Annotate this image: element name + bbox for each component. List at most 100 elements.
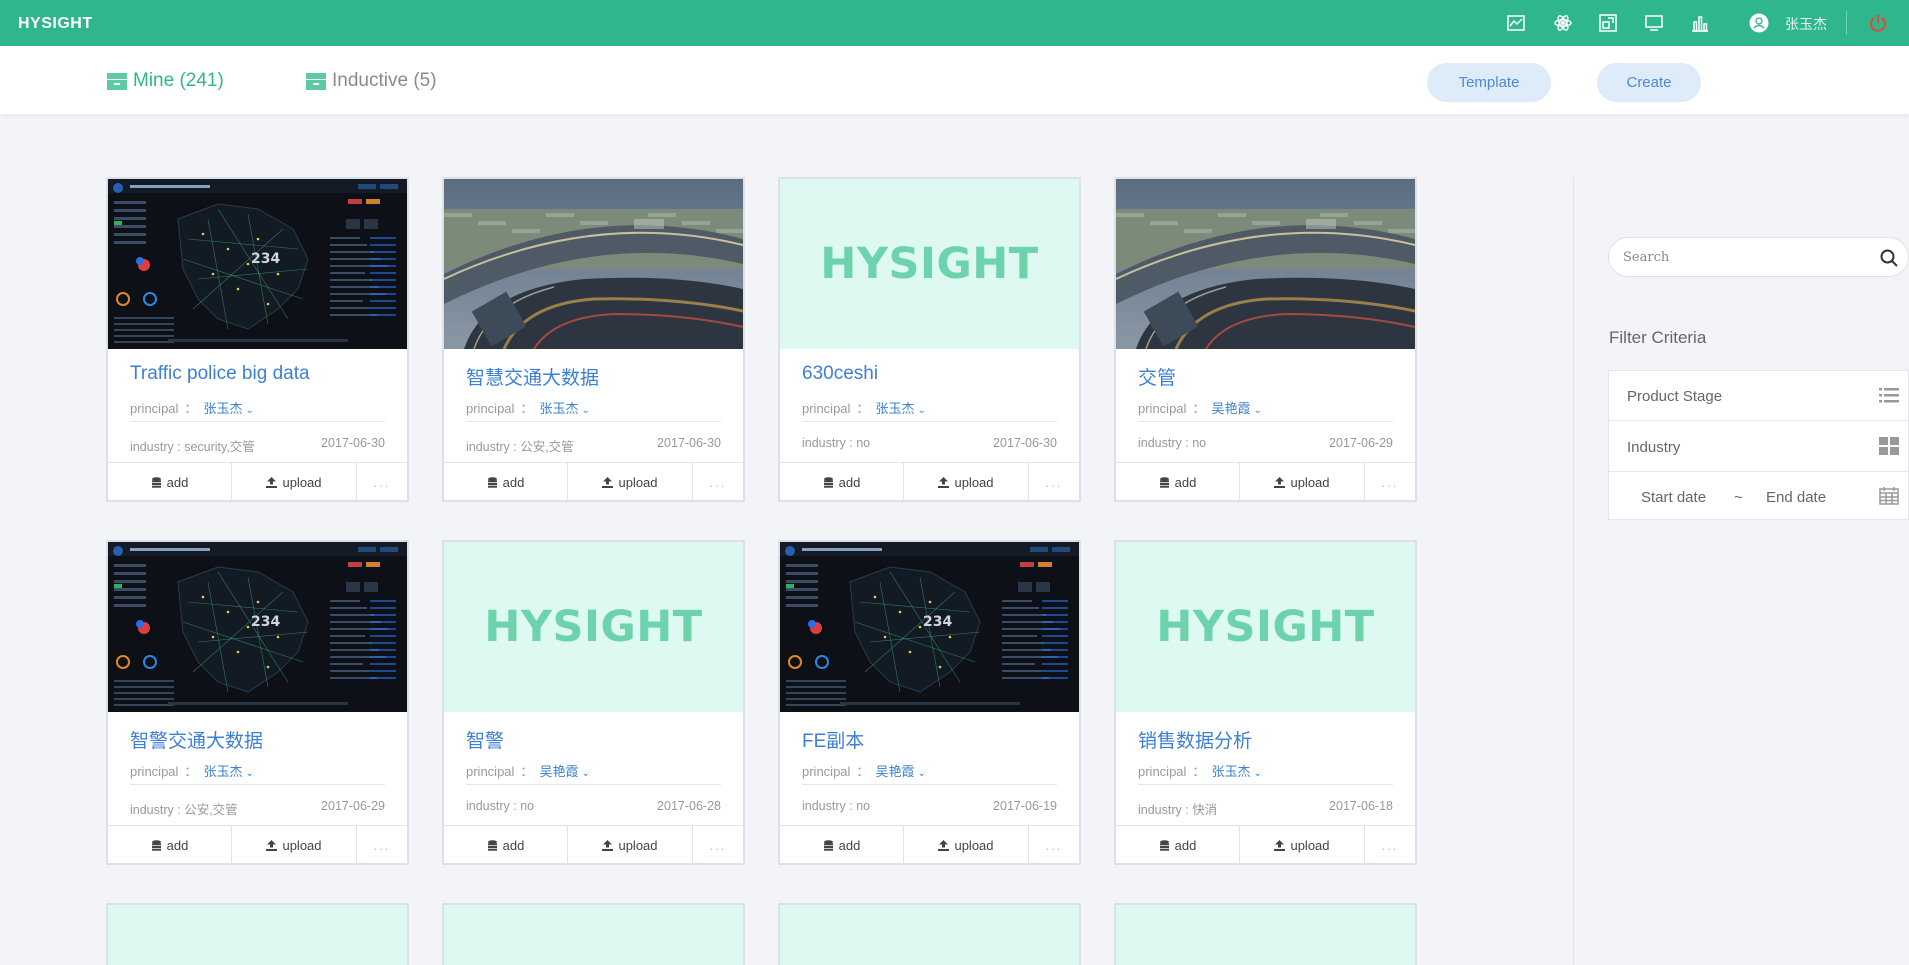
more-button[interactable]: ... (357, 463, 407, 501)
search-icon[interactable] (1879, 248, 1899, 268)
add-button[interactable]: add (1116, 463, 1240, 501)
chevron-down-icon[interactable]: ⌄ (917, 768, 925, 779)
more-button[interactable]: ... (693, 463, 743, 501)
principal-name[interactable]: 吴艳霞 (539, 764, 578, 779)
chevron-down-icon[interactable]: ⌄ (1253, 768, 1261, 779)
power-icon[interactable] (1868, 13, 1888, 33)
chevron-down-icon[interactable]: ⌄ (917, 405, 925, 416)
card-title[interactable]: 智警 (466, 726, 504, 753)
atom-icon[interactable] (1553, 13, 1573, 33)
search-input[interactable] (1623, 246, 1863, 268)
add-button[interactable]: add (108, 826, 232, 864)
card-thumbnail[interactable] (1116, 179, 1415, 349)
upload-button[interactable]: upload (568, 826, 693, 864)
end-date-input[interactable]: End date (1766, 489, 1826, 506)
card-thumbnail[interactable]: 234 (108, 542, 407, 712)
upload-button[interactable]: upload (904, 463, 1029, 501)
principal-name[interactable]: 张玉杰 (203, 764, 242, 779)
upload-button[interactable]: upload (1240, 463, 1365, 501)
project-card[interactable]: 234 FE副本 principal ： 吴艳霞 ⌄ industry : no 2017-0… (778, 540, 1081, 865)
more-button[interactable]: ... (1029, 826, 1079, 864)
card-principal: principal ： 吴艳霞 ⌄ (466, 761, 590, 780)
template-button[interactable]: Template (1427, 63, 1551, 102)
top-nav-bar: HYSIGHT 张玉杰 (0, 0, 1909, 46)
more-button[interactable]: ... (357, 826, 407, 864)
start-date-input[interactable]: Start date (1641, 489, 1706, 506)
card-title[interactable]: 630ceshi (802, 363, 878, 385)
design-icon[interactable] (1598, 13, 1618, 33)
add-button[interactable]: add (1116, 826, 1240, 864)
tab-inductive[interactable]: Inductive (5) (305, 70, 437, 92)
card-thumbnail[interactable]: 234 (108, 179, 407, 349)
chart-line-icon[interactable] (1506, 13, 1526, 33)
filter-product-stage[interactable]: Product Stage (1609, 371, 1909, 421)
project-card[interactable]: 234 Traffic police big data principal ： 张玉杰 ⌄… (106, 177, 409, 502)
principal-name[interactable]: 张玉杰 (1211, 764, 1250, 779)
user-icon[interactable] (1749, 13, 1769, 33)
industry-label: industry : (802, 799, 857, 813)
industry-value: no (856, 436, 871, 450)
filter-industry[interactable]: Industry (1609, 422, 1909, 472)
principal-name[interactable]: 张玉杰 (203, 401, 242, 416)
card-divider (466, 421, 721, 422)
more-button[interactable]: ... (1029, 463, 1079, 501)
project-card[interactable]: HYSIGHT 智警 principal ： 吴艳霞 ⌄ industry : no 2017… (442, 540, 745, 865)
card-title[interactable]: 销售数据分析 (1138, 726, 1252, 753)
chevron-down-icon[interactable]: ⌄ (245, 768, 253, 779)
card-title[interactable]: 智慧交通大数据 (466, 363, 599, 390)
upload-button[interactable]: upload (1240, 826, 1365, 864)
more-button[interactable]: ... (693, 826, 743, 864)
add-button[interactable]: add (108, 463, 232, 501)
card-thumbnail[interactable] (444, 179, 743, 349)
card-title[interactable]: 交管 (1138, 363, 1176, 390)
upload-button[interactable]: upload (232, 463, 357, 501)
chevron-down-icon[interactable]: ⌄ (1253, 405, 1261, 416)
upload-label: upload (1290, 474, 1330, 490)
add-button[interactable]: add (780, 463, 904, 501)
chevron-down-icon[interactable]: ⌄ (581, 768, 589, 779)
principal-name[interactable]: 吴艳霞 (1211, 401, 1250, 416)
principal-name[interactable]: 张玉杰 (539, 401, 578, 416)
upload-button[interactable]: upload (904, 826, 1029, 864)
create-button[interactable]: Create (1597, 63, 1701, 102)
principal-label: principal (466, 764, 515, 779)
chevron-down-icon[interactable]: ⌄ (581, 405, 589, 416)
industry-value: no (1192, 436, 1207, 450)
principal-name[interactable]: 吴艳霞 (875, 764, 914, 779)
project-card[interactable]: 234 智警交通大数据 principal ： 张玉杰 ⌄ industry : 公安,交管… (106, 540, 409, 865)
principal-colon: ： (184, 764, 198, 779)
upload-button[interactable]: upload (568, 463, 693, 501)
upload-label: upload (954, 474, 994, 490)
project-card[interactable]: HYSIGHT 630ceshi principal ： 张玉杰 ⌄ industry : … (778, 177, 1081, 502)
card-title[interactable]: Traffic police big data (130, 363, 310, 385)
more-button[interactable]: ... (1365, 826, 1415, 864)
calendar-icon[interactable] (1879, 487, 1899, 505)
add-label: add (838, 837, 861, 853)
user-name[interactable]: 张玉杰 (1785, 14, 1827, 34)
card-principal: principal ： 吴艳霞 ⌄ (1138, 398, 1262, 417)
upload-icon (266, 839, 278, 851)
chevron-down-icon[interactable]: ⌄ (245, 405, 253, 416)
tab-mine[interactable]: Mine (241) (106, 70, 224, 92)
sub-header: Mine (241) Inductive (5) Template Create (0, 46, 1909, 114)
card-thumbnail[interactable]: HYSIGHT (780, 179, 1079, 349)
add-button[interactable]: add (444, 826, 568, 864)
app-logo[interactable]: HYSIGHT (18, 15, 93, 33)
bar-chart-icon[interactable] (1690, 13, 1710, 33)
upload-button[interactable]: upload (232, 826, 357, 864)
card-title[interactable]: 智警交通大数据 (130, 726, 263, 753)
principal-name[interactable]: 张玉杰 (875, 401, 914, 416)
project-card[interactable]: 智慧交通大数据 principal ： 张玉杰 ⌄ industry : 公安,交管 201… (442, 177, 745, 502)
more-button[interactable]: ... (1365, 463, 1415, 501)
card-thumbnail[interactable]: HYSIGHT (1116, 542, 1415, 712)
card-thumbnail[interactable]: 234 (780, 542, 1079, 712)
monitor-icon[interactable] (1644, 13, 1664, 33)
card-thumbnail[interactable]: HYSIGHT (444, 542, 743, 712)
add-button[interactable]: add (780, 826, 904, 864)
upload-icon (602, 476, 614, 488)
project-card[interactable]: 交管 principal ： 吴艳霞 ⌄ industry : no 2017-06-29 a… (1114, 177, 1417, 502)
card-date: 2017-06-19 (993, 799, 1057, 813)
add-button[interactable]: add (444, 463, 568, 501)
card-title[interactable]: FE副本 (802, 726, 864, 753)
project-card[interactable]: HYSIGHT 销售数据分析 principal ： 张玉杰 ⌄ industry : 快消… (1114, 540, 1417, 865)
